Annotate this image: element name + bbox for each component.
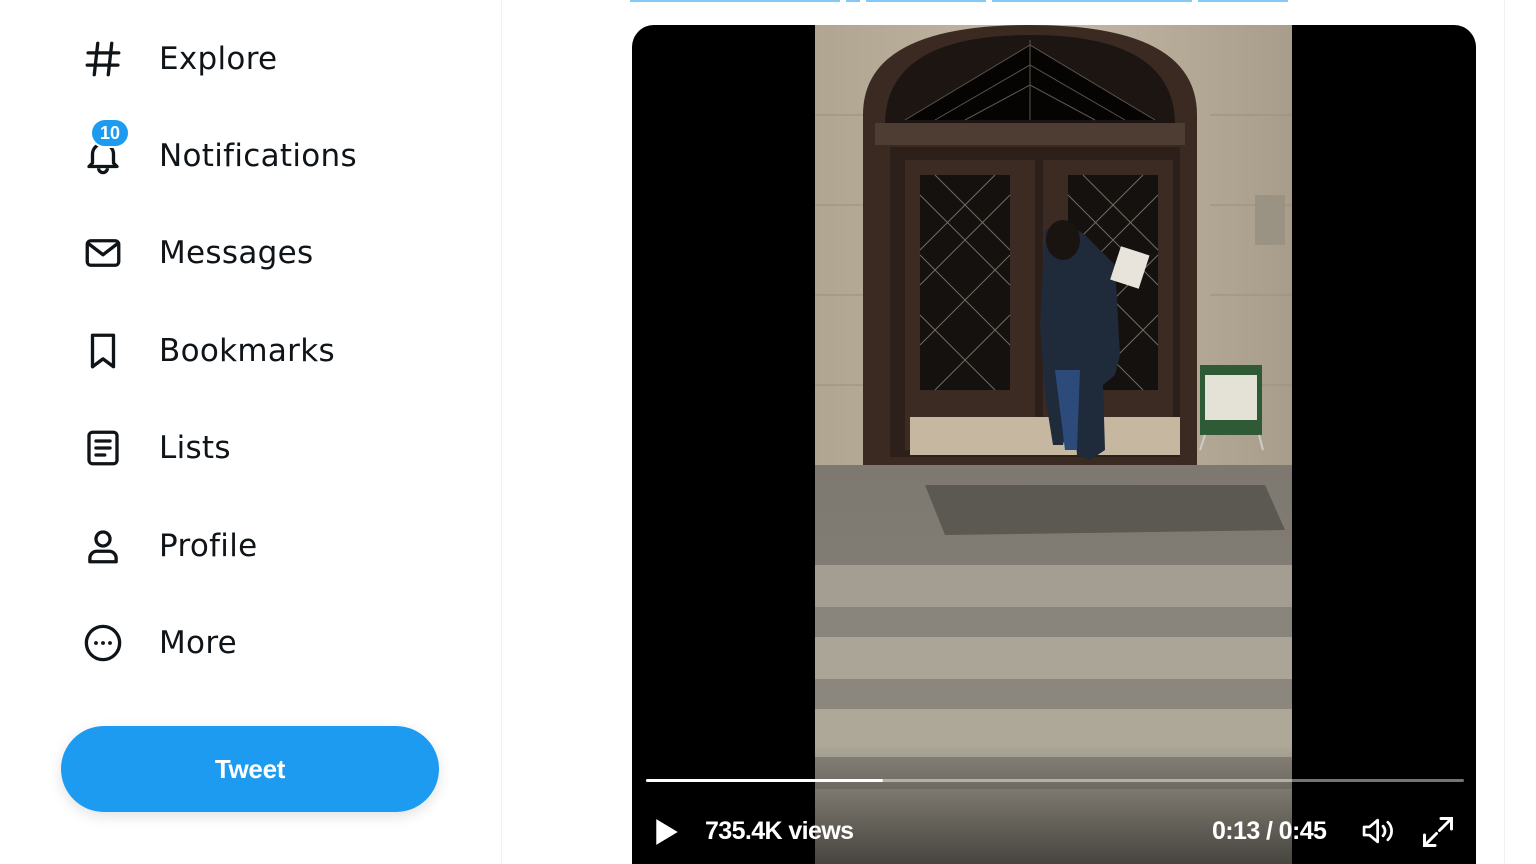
progress-fill [646,779,884,782]
sidebar-item-lists[interactable]: Lists [72,416,231,480]
tweet-text-cropped [630,0,1290,2]
fullscreen-button[interactable] [1420,814,1458,852]
video-player[interactable]: 735.4K views 0:13 / 0:45 [632,25,1476,864]
column-divider [501,0,502,864]
volume-button[interactable] [1360,814,1400,850]
notification-count-badge: 10 [90,118,130,148]
progress-bar[interactable] [646,779,1464,782]
sidebar-item-notifications[interactable]: 10 Notifications [72,118,357,188]
bell-icon: 10 [72,118,134,180]
sidebar-item-label: Explore [159,41,278,77]
sidebar-item-bookmarks[interactable]: Bookmarks [72,319,335,383]
bookmark-icon [72,327,134,375]
sidebar-item-more[interactable]: More [72,611,237,675]
play-button[interactable] [654,815,684,849]
tweet-button[interactable]: Tweet [61,726,439,812]
sidebar-nav: Explore 10 Notifications Messages Bookma… [0,0,502,864]
video-frame [815,25,1292,864]
column-divider [1504,0,1505,864]
sidebar-item-label: More [159,625,238,661]
play-icon [656,819,678,845]
list-icon [72,424,134,472]
person-icon [72,522,134,570]
sidebar-item-label: Messages [159,235,314,271]
sidebar-item-messages[interactable]: Messages [72,221,313,285]
sidebar-item-profile[interactable]: Profile [72,514,258,578]
sidebar-item-label: Bookmarks [159,333,335,369]
time-display: 0:13 / 0:45 [1212,817,1327,845]
sidebar-item-label: Lists [159,430,231,466]
sidebar-item-label: Profile [159,528,258,564]
view-count: 735.4K views [705,817,854,845]
controls-overlay [632,744,1476,864]
fullscreen-icon [1423,817,1453,847]
sidebar-item-explore[interactable]: Explore [72,27,277,91]
volume-icon [1362,818,1393,844]
envelope-icon [72,229,134,277]
hashtag-icon [72,35,134,83]
sidebar-item-label: Notifications [159,138,357,174]
more-circle-icon [72,619,134,667]
